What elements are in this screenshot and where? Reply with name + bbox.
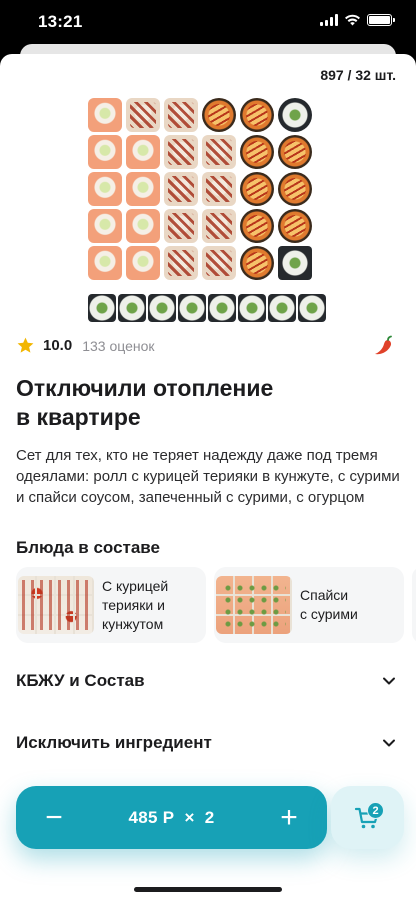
dishes-section-title: Блюда в составе <box>16 538 160 557</box>
product-description: Сет для тех, кто не теряет надежду даже … <box>16 447 400 506</box>
weight-count-label: 897 / 32 шт. <box>320 67 396 83</box>
dish-image <box>18 576 94 634</box>
add-to-cart-bar: − 485 Р × 2 + <box>16 786 327 849</box>
status-time: 13:21 <box>38 12 83 31</box>
accordion-label: Исключить ингредиент <box>16 733 212 752</box>
dish-image <box>216 576 292 634</box>
rating-value: 10.0 <box>43 337 73 354</box>
rating-count[interactable]: 133 оценок <box>82 338 154 354</box>
product-sheet: 897 / 32 шт. 10.0 133 оценок Отключили о… <box>0 54 416 900</box>
accordion-label: КБЖУ и Состав <box>16 671 145 690</box>
dish-label: С курицей терияки и кунжутом <box>102 577 169 632</box>
dish-card[interactable]: Спайси с сурими <box>214 567 404 643</box>
decrease-quantity-button[interactable]: − <box>38 802 70 834</box>
chevron-down-icon <box>383 677 395 685</box>
battery-icon <box>367 14 395 26</box>
wifi-icon <box>345 14 360 26</box>
nutrition-accordion[interactable]: КБЖУ и Состав <box>0 653 416 709</box>
status-bar: 13:21 <box>0 0 416 44</box>
cart-button[interactable]: 2 <box>331 786 404 849</box>
product-image <box>88 98 326 338</box>
rating: 10.0 133 оценок <box>16 336 155 355</box>
chevron-down-icon <box>383 739 395 747</box>
signal-icon <box>320 14 338 26</box>
home-indicator <box>134 887 282 892</box>
product-title: Отключили отопление в квартире <box>16 375 274 430</box>
cart-count-badge: 2 <box>367 802 384 819</box>
exclude-ingredient-accordion[interactable]: Исключить ингредиент <box>0 715 416 771</box>
price-quantity-label: 485 Р × 2 <box>128 807 215 827</box>
dish-card[interactable]: С курицей терияки и кунжутом <box>16 567 206 643</box>
increase-quantity-button[interactable]: + <box>273 802 305 834</box>
dishes-carousel[interactable]: С курицей терияки и кунжутом Спайси с су… <box>16 567 416 647</box>
dish-card-peek[interactable] <box>412 567 416 643</box>
chili-pepper-icon <box>375 335 392 355</box>
dish-label: Спайси с сурими <box>300 587 358 622</box>
star-icon <box>17 337 34 353</box>
status-icons <box>320 14 395 26</box>
